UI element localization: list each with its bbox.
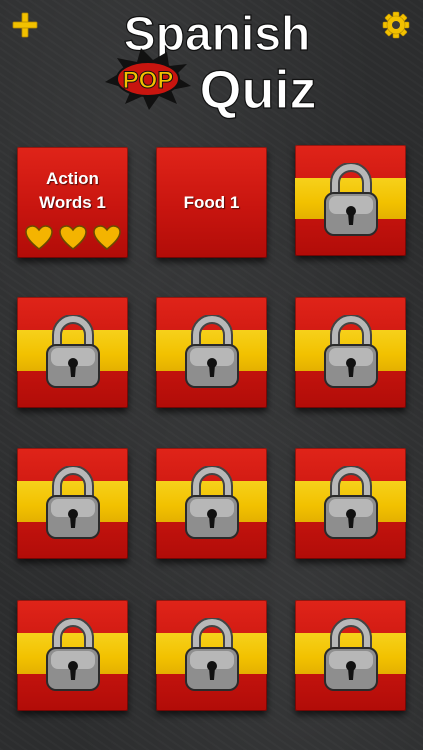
lock-icon (46, 618, 100, 691)
lock-icon (46, 466, 100, 539)
level-tile-locked[interactable] (17, 297, 128, 408)
level-tile-food-1[interactable]: Food 1 (156, 147, 267, 258)
lock-icon (46, 315, 100, 388)
logo-line2: Quiz (200, 60, 317, 120)
lock-icon (324, 618, 378, 691)
level-tile-locked[interactable] (17, 600, 128, 711)
app-logo: Spanish POP Quiz (105, 7, 317, 121)
level-tile-locked[interactable] (295, 448, 406, 559)
logo-pop: POP (123, 67, 174, 94)
lock-icon (324, 466, 378, 539)
lock-icon (324, 315, 378, 388)
heart-icon (24, 225, 53, 250)
lock-icon (185, 315, 239, 388)
heart-icon (58, 225, 87, 250)
level-tile-locked[interactable] (295, 145, 406, 256)
heart-icon (92, 225, 121, 250)
level-tile-locked[interactable] (295, 600, 406, 711)
level-tile-locked[interactable] (156, 448, 267, 559)
settings-button[interactable] (381, 10, 411, 40)
level-tile-locked[interactable] (156, 297, 267, 408)
lock-icon (324, 163, 378, 236)
lock-icon (185, 466, 239, 539)
level-title-line1: Action (46, 169, 99, 188)
level-tile-locked[interactable] (17, 448, 128, 559)
level-title-line2: Words 1 (39, 193, 106, 212)
level-tile-locked[interactable] (156, 600, 267, 711)
logo-line1: Spanish (124, 8, 311, 61)
add-button[interactable] (10, 10, 40, 40)
lock-icon (185, 618, 239, 691)
plus-icon (12, 12, 38, 38)
heart-rating (17, 225, 128, 250)
level-tile-action-words-1[interactable]: Action Words 1 (17, 147, 128, 258)
level-title: Food 1 (183, 193, 240, 212)
gear-icon (382, 11, 410, 39)
level-tile-locked[interactable] (295, 297, 406, 408)
